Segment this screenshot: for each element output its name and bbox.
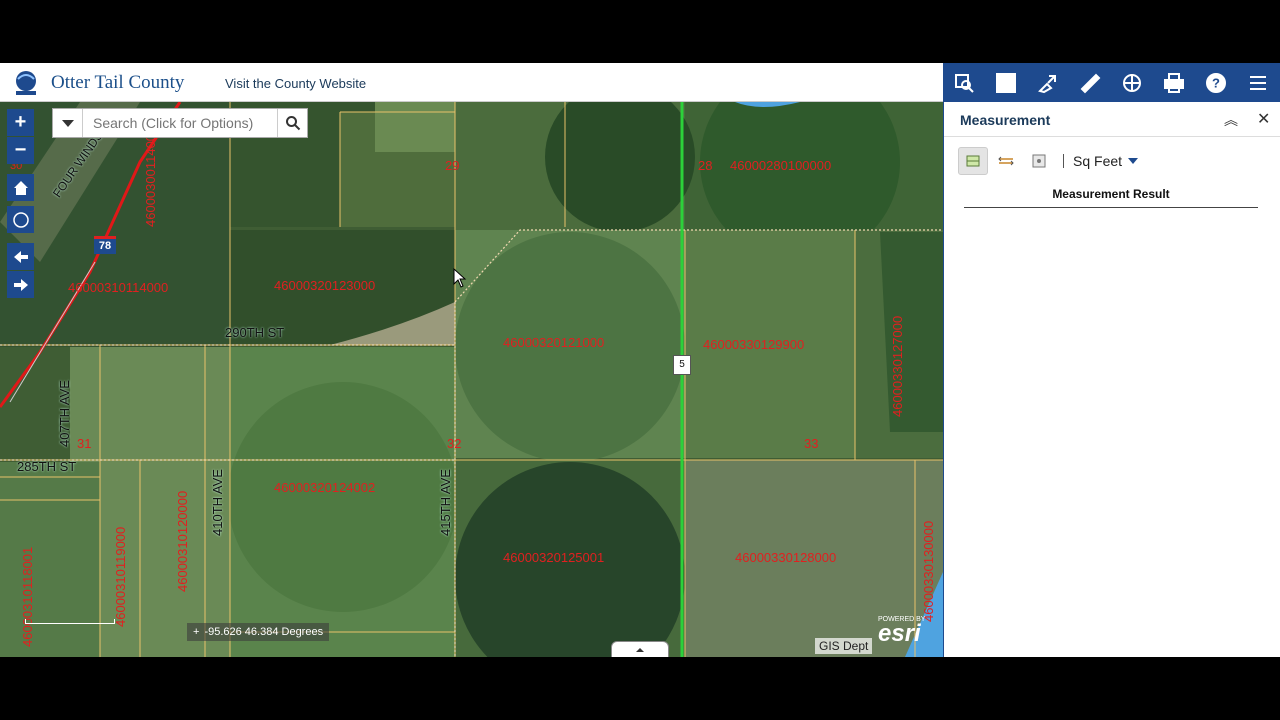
aerial-imagery: [0, 102, 943, 657]
attribute-table-toggle[interactable]: [611, 641, 669, 657]
menu-icon: [1250, 75, 1266, 90]
print-button[interactable]: [1153, 63, 1195, 102]
parcel-label: 46000330129900: [703, 337, 805, 352]
road-label: 410TH AVE: [210, 469, 225, 536]
county-website-link[interactable]: Visit the County Website: [225, 76, 366, 91]
previous-extent-button[interactable]: [7, 243, 34, 270]
parcel-label: 33: [804, 436, 819, 451]
parcel-label: 46000330130000: [921, 520, 936, 622]
zoom-in-button[interactable]: +: [7, 109, 34, 136]
panel-close-button[interactable]: ✕: [1257, 109, 1270, 129]
distance-icon: [998, 156, 1014, 166]
coordinate-text: -95.626 46.384 Degrees: [204, 626, 324, 638]
draw-button[interactable]: [1027, 63, 1069, 102]
crosshair-icon: +: [193, 626, 200, 638]
caret-down-icon: [61, 119, 74, 127]
basemap-gallery-icon: [996, 72, 1016, 93]
arrow-right-icon: [13, 278, 28, 291]
panel-title: Measurement: [960, 112, 1051, 128]
panel-collapse-button[interactable]: ︽: [1224, 110, 1238, 130]
map-view[interactable]: 29 28 46000280100000 46000310114000 4600…: [0, 102, 943, 657]
home-icon: [13, 180, 28, 195]
caret-up-icon: [636, 648, 644, 652]
locate-icon: [12, 211, 29, 228]
county-road-shield: 5: [673, 355, 691, 375]
parcel-label: 29: [445, 158, 460, 173]
parcel-label: 46000330128000: [735, 550, 837, 565]
parcel-label: 46000310114000: [68, 280, 169, 295]
parcel-label: 46000320123000: [274, 278, 376, 293]
caret-down-icon[interactable]: [1128, 158, 1139, 164]
parcel-label: 32: [447, 436, 462, 451]
app-window: Otter Tail County Visit the County Websi…: [0, 63, 1280, 657]
area-icon: [966, 155, 980, 167]
measurement-icon: [1080, 73, 1101, 93]
svg-text:?: ?: [1212, 75, 1220, 90]
mouse-cursor-icon: [453, 268, 467, 288]
close-icon: ✕: [1257, 111, 1271, 128]
toolbar: ?: [943, 63, 1280, 102]
help-icon: ?: [1206, 72, 1226, 93]
distance-tool-button[interactable]: [991, 147, 1021, 175]
search-button[interactable]: [277, 109, 307, 137]
divider: [1063, 154, 1064, 168]
header: Otter Tail County Visit the County Websi…: [0, 63, 943, 102]
search-widget: [52, 108, 308, 138]
measurement-button[interactable]: [1069, 63, 1111, 102]
location-icon: [1032, 154, 1046, 168]
map-attribution: GIS Dept: [815, 638, 873, 654]
coordinate-readout[interactable]: + -95.626 46.384 Degrees: [187, 623, 330, 641]
next-extent-button[interactable]: [7, 271, 34, 298]
parcel-label: 46000320125001: [503, 550, 605, 565]
search-layers-button[interactable]: [943, 63, 985, 102]
arrow-left-icon: [13, 250, 28, 263]
area-tool-button[interactable]: [958, 147, 988, 175]
parcel-label: 46000300114000: [143, 126, 158, 227]
location-tool-button[interactable]: [1024, 147, 1054, 175]
road-label: 407TH AVE: [57, 380, 72, 447]
home-button[interactable]: [7, 174, 34, 201]
minus-icon: −: [14, 139, 27, 161]
parcel-label: 31: [77, 436, 92, 451]
app-title: Otter Tail County: [51, 72, 185, 93]
search-icon: [285, 116, 300, 131]
print-icon: [1164, 72, 1184, 93]
draw-icon: [1038, 74, 1056, 93]
help-button[interactable]: ?: [1195, 63, 1237, 102]
parcel-label: 46000320121000: [503, 335, 605, 350]
county-logo-icon: [16, 71, 36, 95]
zoom-out-button[interactable]: −: [7, 137, 34, 164]
parcel-label: 46000330127000: [890, 315, 905, 417]
parcel-label: 28: [698, 158, 713, 173]
parcel-label: 46000320124002: [274, 480, 376, 495]
parcel-label: 46000310119000: [113, 526, 128, 627]
plus-icon: +: [14, 111, 27, 133]
parcel-label: 46000310120000: [175, 490, 190, 592]
esri-name-text: esri: [878, 620, 921, 647]
esri-logo: POWERED BY esri: [878, 616, 925, 647]
layer-list-icon: [1123, 73, 1141, 92]
menu-button[interactable]: [1237, 63, 1279, 102]
search-options-dropdown[interactable]: [53, 109, 83, 137]
locate-button[interactable]: [7, 206, 34, 233]
road-label: 285TH ST: [17, 459, 77, 474]
parcel-label: 46000310118001: [20, 546, 35, 647]
parcel-label: 46000280100000: [730, 158, 832, 173]
basemap-gallery-button[interactable]: [985, 63, 1027, 102]
road-label: 290TH ST: [225, 325, 285, 340]
search-input[interactable]: [83, 109, 277, 137]
scale-bar: [25, 619, 115, 624]
double-chevron-up-icon: ︽: [1224, 112, 1238, 128]
layer-list-button[interactable]: [1111, 63, 1153, 102]
measurement-panel: Measurement ︽ ✕ Sq Feet Measurement Resu…: [943, 102, 1280, 657]
divider: [944, 136, 1280, 137]
interstate-shield: 78: [94, 236, 116, 254]
road-label: 415TH AVE: [438, 469, 453, 536]
unit-dropdown[interactable]: Sq Feet: [1073, 153, 1122, 169]
measurement-result-label: Measurement Result: [964, 187, 1258, 208]
measurement-tools: Sq Feet: [958, 147, 1139, 175]
search-layers-icon: [955, 73, 974, 93]
